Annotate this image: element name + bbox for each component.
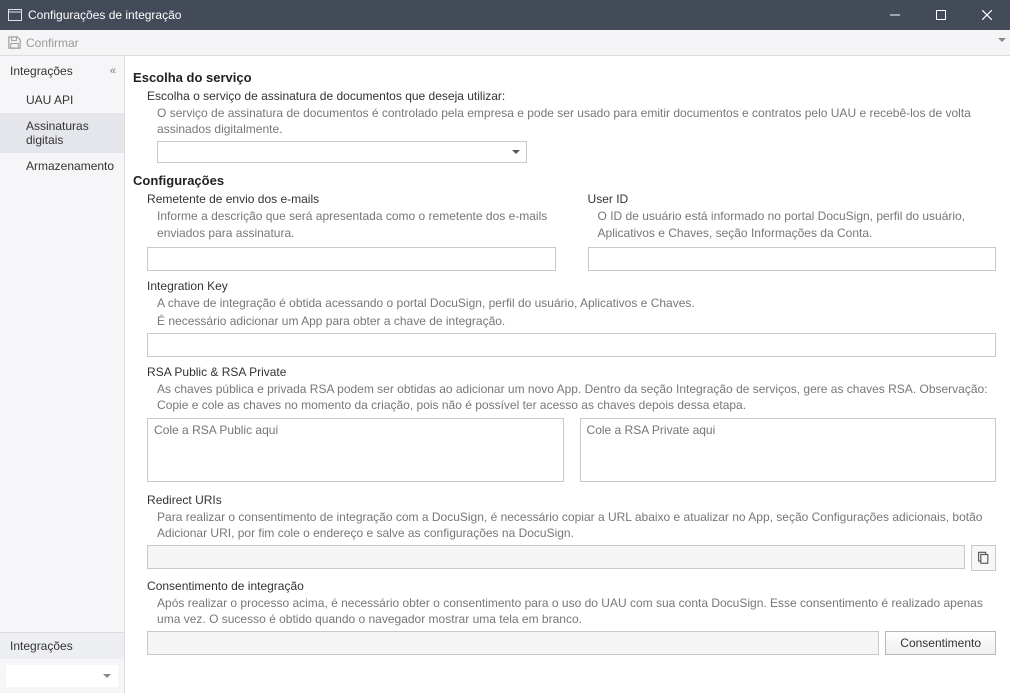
window-title: Configurações de integração — [28, 8, 181, 22]
chevron-down-icon — [512, 150, 520, 154]
confirm-button[interactable]: Confirmar — [26, 36, 79, 50]
sender-label: Remetente de envio dos e-mails — [147, 192, 555, 206]
redirect-help: Para realizar o consentimento de integra… — [157, 509, 996, 541]
userid-help: O ID de usuário está informado no portal… — [598, 208, 996, 240]
userid-input[interactable] — [588, 247, 996, 271]
userid-label: User ID — [588, 192, 996, 206]
save-icon — [6, 35, 22, 51]
maximize-button[interactable] — [918, 0, 964, 30]
section-title-config: Configurações — [133, 173, 996, 188]
service-combo[interactable] — [157, 141, 527, 163]
section-title-service: Escolha do serviço — [133, 70, 996, 85]
copy-icon — [976, 551, 990, 565]
sidebar-group-label: Integrações — [10, 64, 73, 78]
service-prompt: Escolha o serviço de assinatura de docum… — [147, 89, 996, 103]
sidebar-group-header[interactable]: Integrações « — [0, 56, 124, 87]
app-window-icon — [8, 8, 22, 22]
sidebar-item-uau-api[interactable]: UAU API — [0, 87, 124, 113]
rsa-public-input[interactable] — [147, 418, 563, 482]
sidebar-footer-dropdown[interactable] — [6, 665, 118, 687]
chevron-collapse-icon: « — [110, 65, 114, 77]
rsa-private-input[interactable] — [580, 418, 996, 482]
toolbar: Confirmar — [0, 30, 1010, 56]
chevron-down-icon — [103, 674, 111, 678]
sidebar-footer-label: Integrações — [10, 639, 73, 653]
integration-key-input[interactable] — [147, 333, 996, 357]
sidebar-item-assinaturas-digitais[interactable]: Assinaturas digitais — [0, 113, 124, 153]
sidebar-footer-title[interactable]: Integrações — [0, 633, 124, 659]
consent-help: Após realizar o processo acima, é necess… — [157, 595, 996, 627]
redirect-uri-input[interactable] — [147, 545, 965, 569]
integration-key-help1: A chave de integração é obtida acessando… — [157, 295, 996, 311]
sidebar-footer: Integrações — [0, 632, 124, 693]
consent-button[interactable]: Consentimento — [885, 631, 996, 655]
toolbar-overflow-dropdown[interactable] — [998, 38, 1006, 42]
rsa-help: As chaves pública e privada RSA podem se… — [157, 381, 996, 413]
sidebar-item-armazenamento[interactable]: Armazenamento — [0, 153, 124, 179]
titlebar: Configurações de integração — [0, 0, 1010, 30]
integration-key-label: Integration Key — [147, 279, 996, 293]
service-help: O serviço de assinatura de documentos é … — [157, 105, 996, 137]
sender-input[interactable] — [147, 247, 555, 271]
copy-uri-button[interactable] — [971, 545, 996, 571]
consent-status-input[interactable] — [147, 631, 879, 655]
minimize-button[interactable] — [872, 0, 918, 30]
main-content: Escolha do serviço Escolha o serviço de … — [125, 56, 1010, 693]
rsa-label: RSA Public & RSA Private — [147, 365, 996, 379]
sidebar: Integrações « UAU API Assinaturas digita… — [0, 56, 125, 693]
sender-help: Informe a descrição que será apresentada… — [157, 208, 555, 240]
redirect-label: Redirect URIs — [147, 493, 996, 507]
consent-label: Consentimento de integração — [147, 579, 996, 593]
close-button[interactable] — [964, 0, 1010, 30]
integration-key-help2: É necessário adicionar um App para obter… — [157, 313, 996, 329]
